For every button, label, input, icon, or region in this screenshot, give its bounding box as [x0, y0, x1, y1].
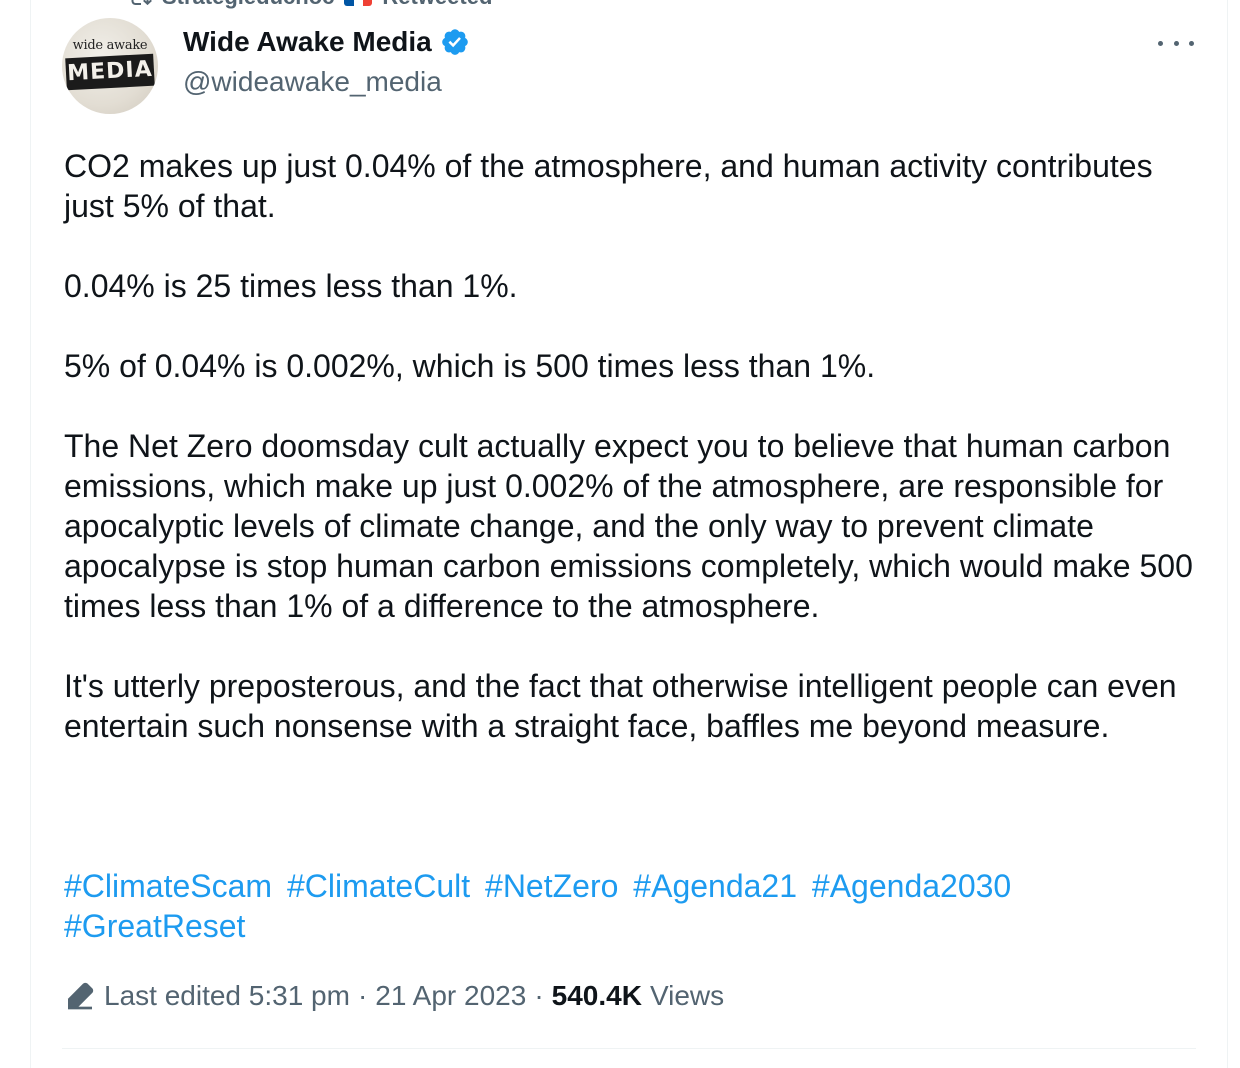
france-flag-icon	[344, 0, 373, 6]
hashtag-link[interactable]: #ClimateScam	[64, 868, 272, 904]
tweet-paragraph: CO2 makes up just 0.04% of the atmospher…	[64, 148, 1153, 224]
meta-separator: ·	[534, 980, 544, 1011]
avatar[interactable]: wide awake MEDIA	[62, 18, 158, 114]
tweet-paragraph: The Net Zero doomsday cult actually expe…	[64, 428, 1193, 624]
hashtag-link[interactable]: #Agenda2030	[812, 868, 1011, 904]
meta-separator: ·	[357, 980, 368, 1011]
retweet-icon	[131, 0, 152, 6]
edited-timestamp-link[interactable]: Last edited 5:31 pm	[104, 980, 350, 1012]
hashtag-link[interactable]: #NetZero	[485, 868, 618, 904]
retweeter-name[interactable]: Strategieduchoc	[162, 0, 334, 10]
avatar-text-top: wide awake	[72, 38, 148, 53]
tweet-meta: Last edited 5:31 pm · 21 Apr 2023 · 540.…	[64, 980, 724, 1012]
avatar-text-bottom: MEDIA	[65, 53, 155, 91]
tweet-text: CO2 makes up just 0.04% of the atmospher…	[64, 146, 1204, 786]
more-dot-icon	[1173, 40, 1179, 46]
hashtag-link[interactable]: #Agenda21	[633, 868, 797, 904]
tweet-date[interactable]: 21 Apr 2023	[375, 980, 526, 1012]
divider	[62, 1048, 1196, 1049]
hashtag-link[interactable]: #ClimateCult	[287, 868, 470, 904]
more-dot-icon	[1189, 40, 1194, 46]
more-dot-icon	[1158, 40, 1163, 46]
author-name-row[interactable]: Wide Awake Media	[183, 26, 470, 58]
verified-badge-icon	[441, 29, 468, 55]
views-label: Views	[649, 980, 725, 1011]
retweet-context[interactable]: Strategieduchoc Retweeted	[128, 0, 492, 10]
hashtag-list: #ClimateScam #ClimateCult #NetZero #Agen…	[64, 866, 1164, 946]
more-options-button[interactable]	[1158, 28, 1194, 58]
tweet-paragraph: 5% of 0.04% is 0.002%, which is 500 time…	[64, 348, 876, 384]
tweet-paragraph: It's utterly preposterous, and the fact …	[64, 668, 1177, 744]
views-count[interactable]: 540.4K	[552, 980, 642, 1012]
hashtag-link[interactable]: #GreatReset	[64, 908, 245, 944]
author-handle[interactable]: @wideawake_media	[183, 66, 442, 98]
display-name[interactable]: Wide Awake Media	[183, 26, 432, 58]
pencil-edit-icon	[68, 982, 94, 1010]
tweet-paragraph: 0.04% is 25 times less than 1%.	[64, 268, 518, 304]
retweeted-label: Retweeted	[382, 0, 492, 10]
